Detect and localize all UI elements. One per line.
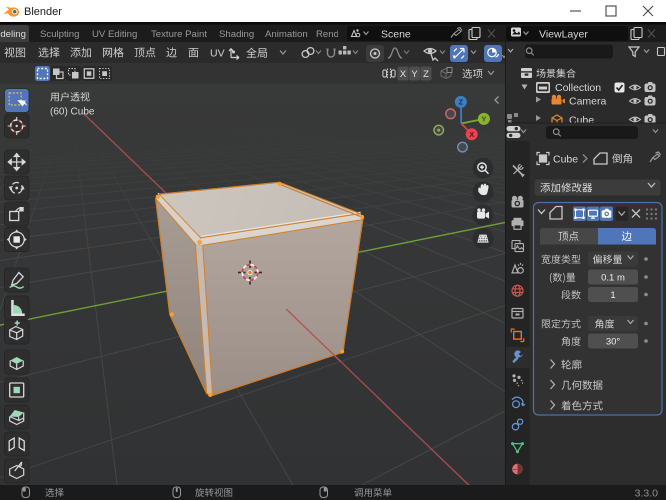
svg-text:Texture Paint: Texture Paint — [151, 29, 207, 40]
svg-text:Shading: Shading — [219, 29, 254, 40]
svg-text:Scene: Scene — [381, 29, 411, 41]
svg-text:(60) Cube: (60) Cube — [50, 107, 95, 118]
svg-text:Z: Z — [459, 98, 464, 107]
svg-text:Y: Y — [411, 69, 418, 80]
svg-text:0.1 m: 0.1 m — [601, 273, 625, 284]
svg-text:X: X — [469, 130, 474, 139]
svg-text:30°: 30° — [606, 337, 621, 348]
svg-text:Camera: Camera — [569, 96, 607, 108]
svg-text:Y: Y — [481, 115, 486, 124]
svg-text:Blender: Blender — [24, 6, 62, 18]
svg-text:Collection: Collection — [555, 82, 601, 94]
svg-text:Sculpting: Sculpting — [40, 29, 79, 40]
svg-text:1: 1 — [610, 290, 615, 301]
svg-text:UV Editing: UV Editing — [92, 29, 137, 40]
svg-text:X: X — [400, 69, 407, 80]
svg-text:Cube: Cube — [553, 154, 578, 166]
svg-text:Z: Z — [423, 69, 429, 80]
svg-text:ViewLayer: ViewLayer — [539, 29, 588, 41]
svg-text:Animation: Animation — [265, 29, 308, 40]
svg-text:Modeling: Modeling — [0, 29, 26, 40]
svg-text:3.3.0: 3.3.0 — [635, 488, 659, 500]
svg-text:UV: UV — [210, 48, 225, 60]
